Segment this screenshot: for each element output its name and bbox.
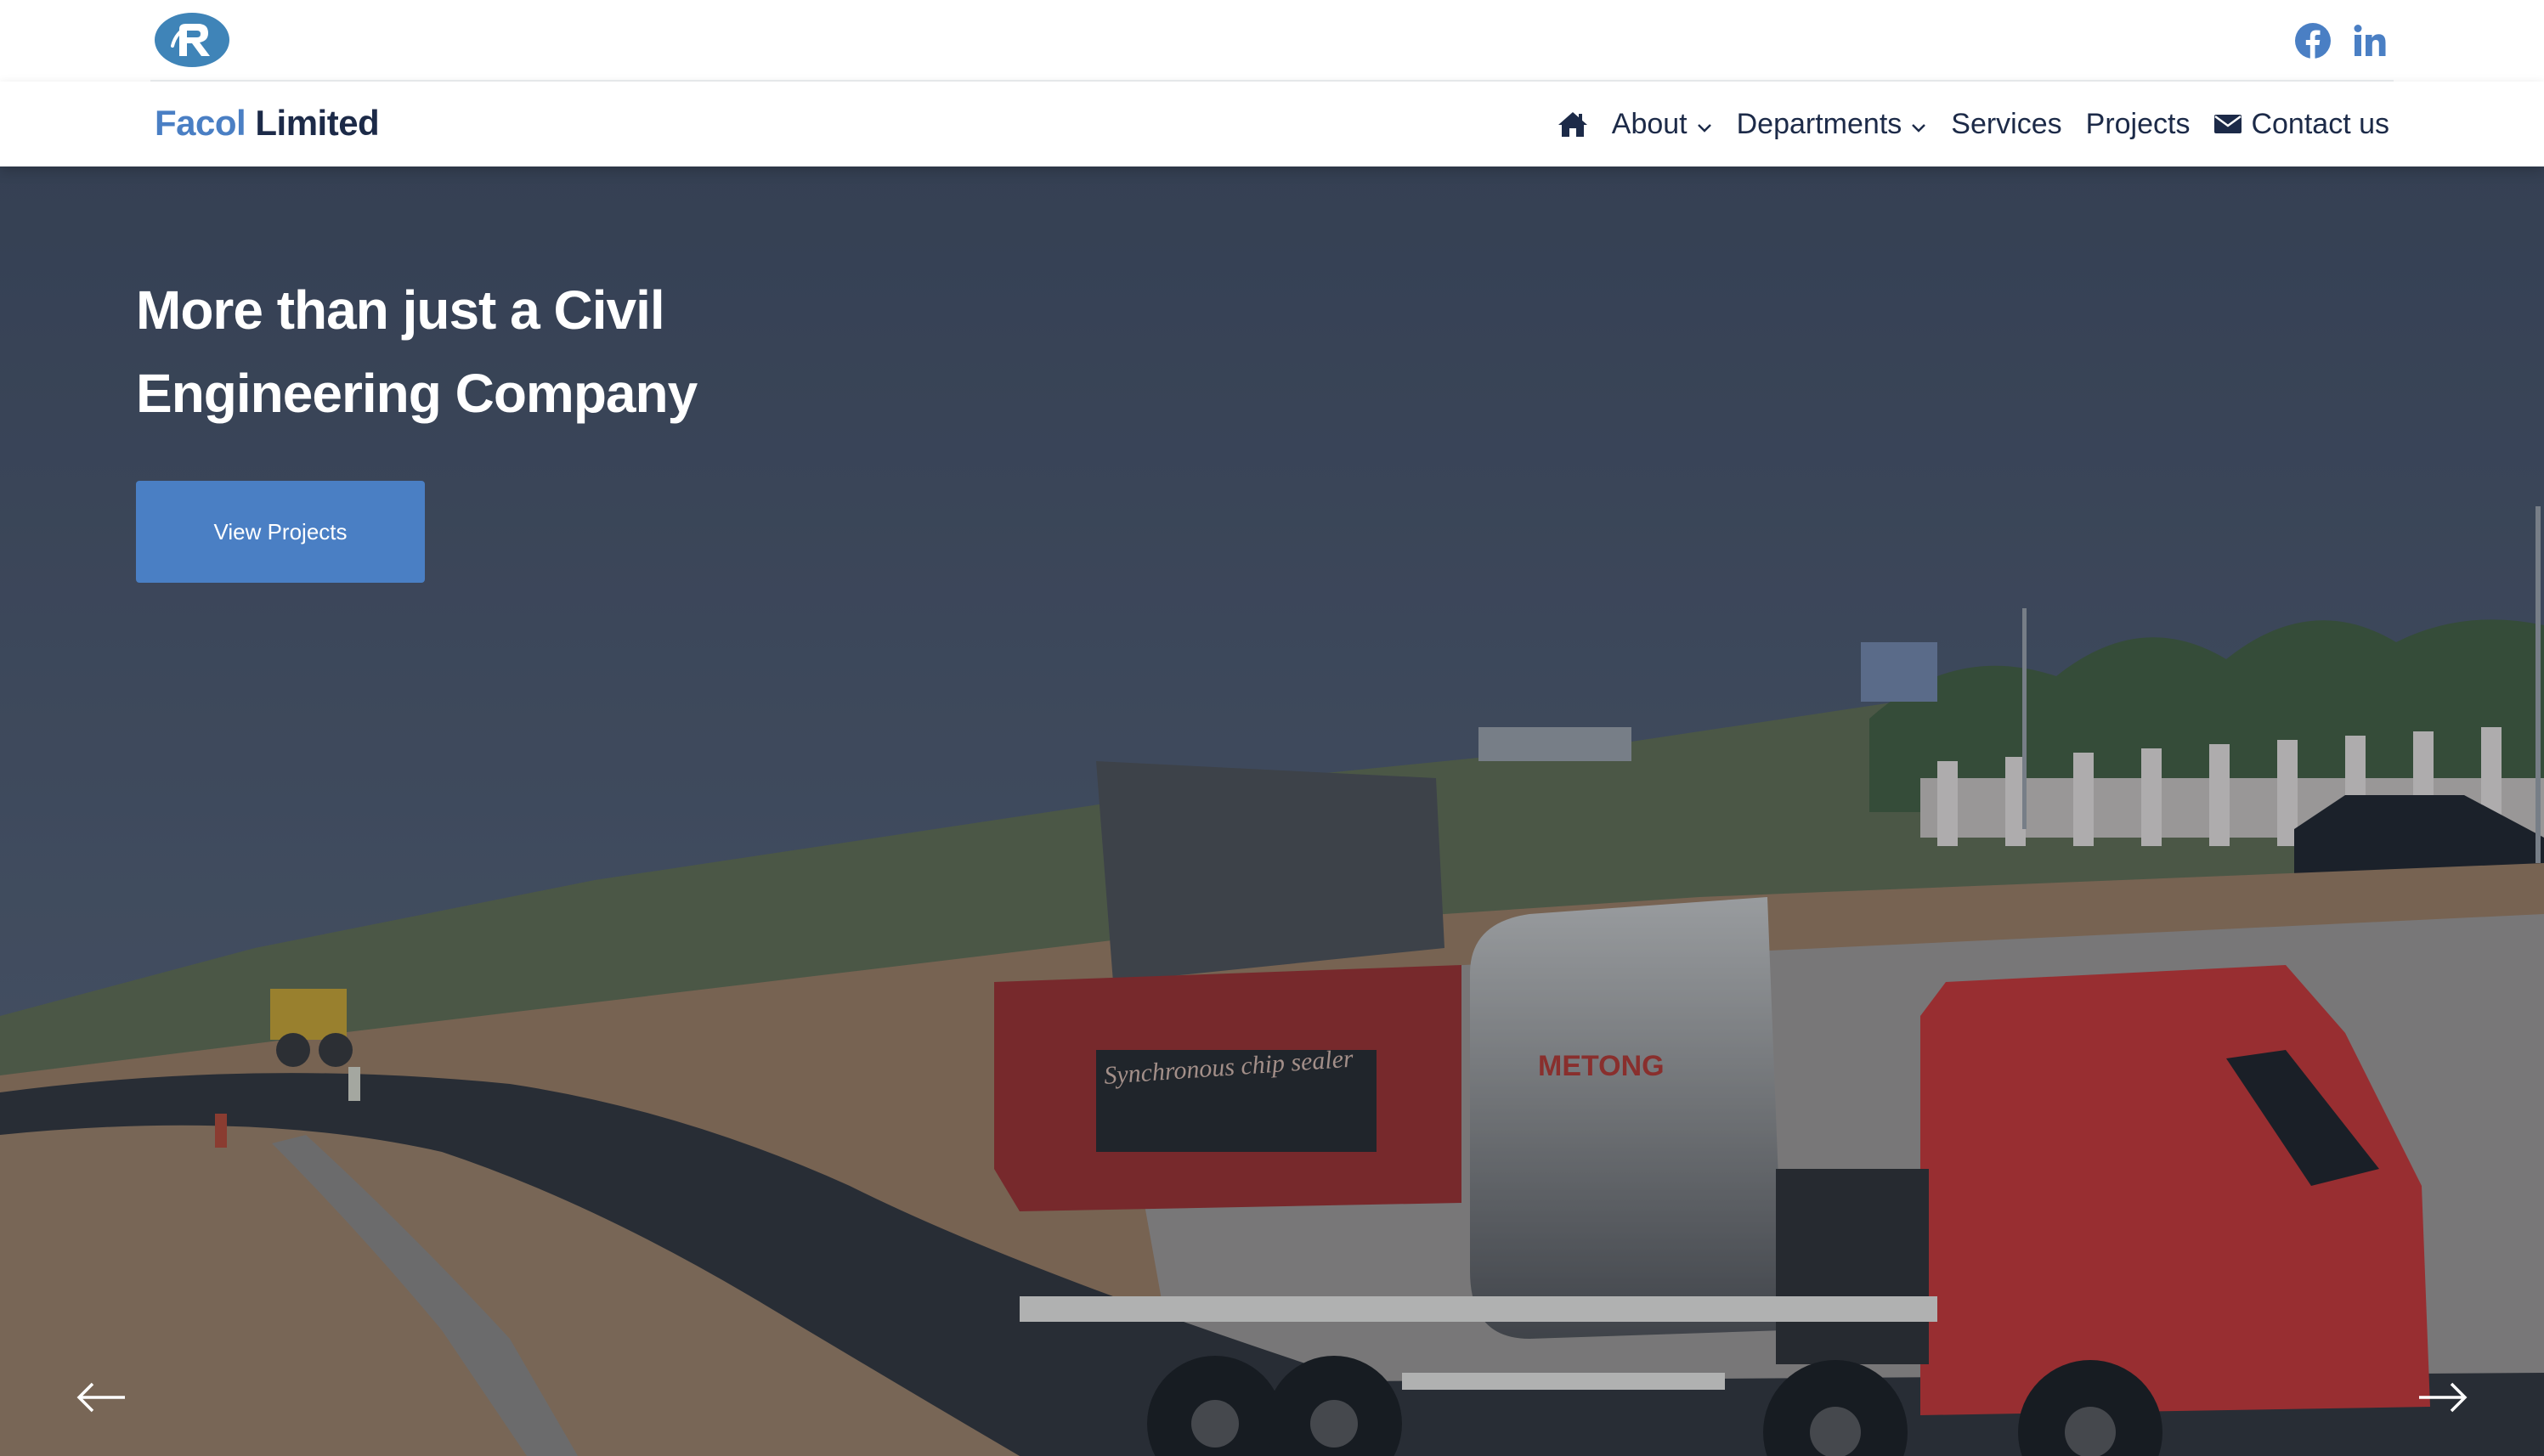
chevron-down-icon (1696, 104, 1713, 144)
brand-name[interactable]: Facol Limited (155, 102, 380, 144)
brand-part-1: Facol (155, 103, 246, 143)
nav-menu: About Departments Services Projects Cont… (1557, 104, 2389, 144)
nav-contact[interactable]: Contact us (2213, 104, 2389, 144)
nav-contact-label: Contact us (2251, 108, 2389, 140)
nav-home[interactable] (1557, 110, 1588, 138)
hero-headline: More than just a Civil Engineering Compa… (136, 268, 901, 435)
nav-services-label: Services (1951, 108, 2062, 140)
nav-about[interactable]: About (1612, 104, 1713, 144)
chevron-down-icon (1910, 104, 1927, 144)
nav-services[interactable]: Services (1951, 104, 2061, 144)
envelope-icon (2213, 113, 2242, 135)
hero-headline-line-2: Engineering Company (136, 363, 698, 424)
nav-departments[interactable]: Departments (1737, 104, 1928, 144)
hero-slider: Synchronous chip sealer METONG More than… (0, 166, 2544, 1456)
arrow-left-icon[interactable] (71, 1376, 131, 1419)
nav-projects-label: Projects (2085, 108, 2191, 140)
nav-departments-label: Departments (1736, 108, 1902, 140)
linkedin-icon[interactable] (2349, 20, 2390, 61)
nav-projects[interactable]: Projects (2086, 104, 2191, 144)
nav-about-label: About (1611, 108, 1688, 140)
facebook-icon[interactable] (2292, 20, 2333, 61)
arrow-right-icon[interactable] (2413, 1376, 2473, 1419)
brand-part-2: Limited (255, 103, 380, 143)
logo-icon[interactable] (154, 12, 230, 68)
top-bar (0, 0, 2544, 82)
main-navbar: Facol Limited About Departments Services… (0, 82, 2544, 166)
view-projects-button[interactable]: View Projects (136, 481, 425, 583)
home-icon (1557, 110, 1588, 138)
hero-headline-line-1: More than just a Civil (136, 279, 665, 341)
